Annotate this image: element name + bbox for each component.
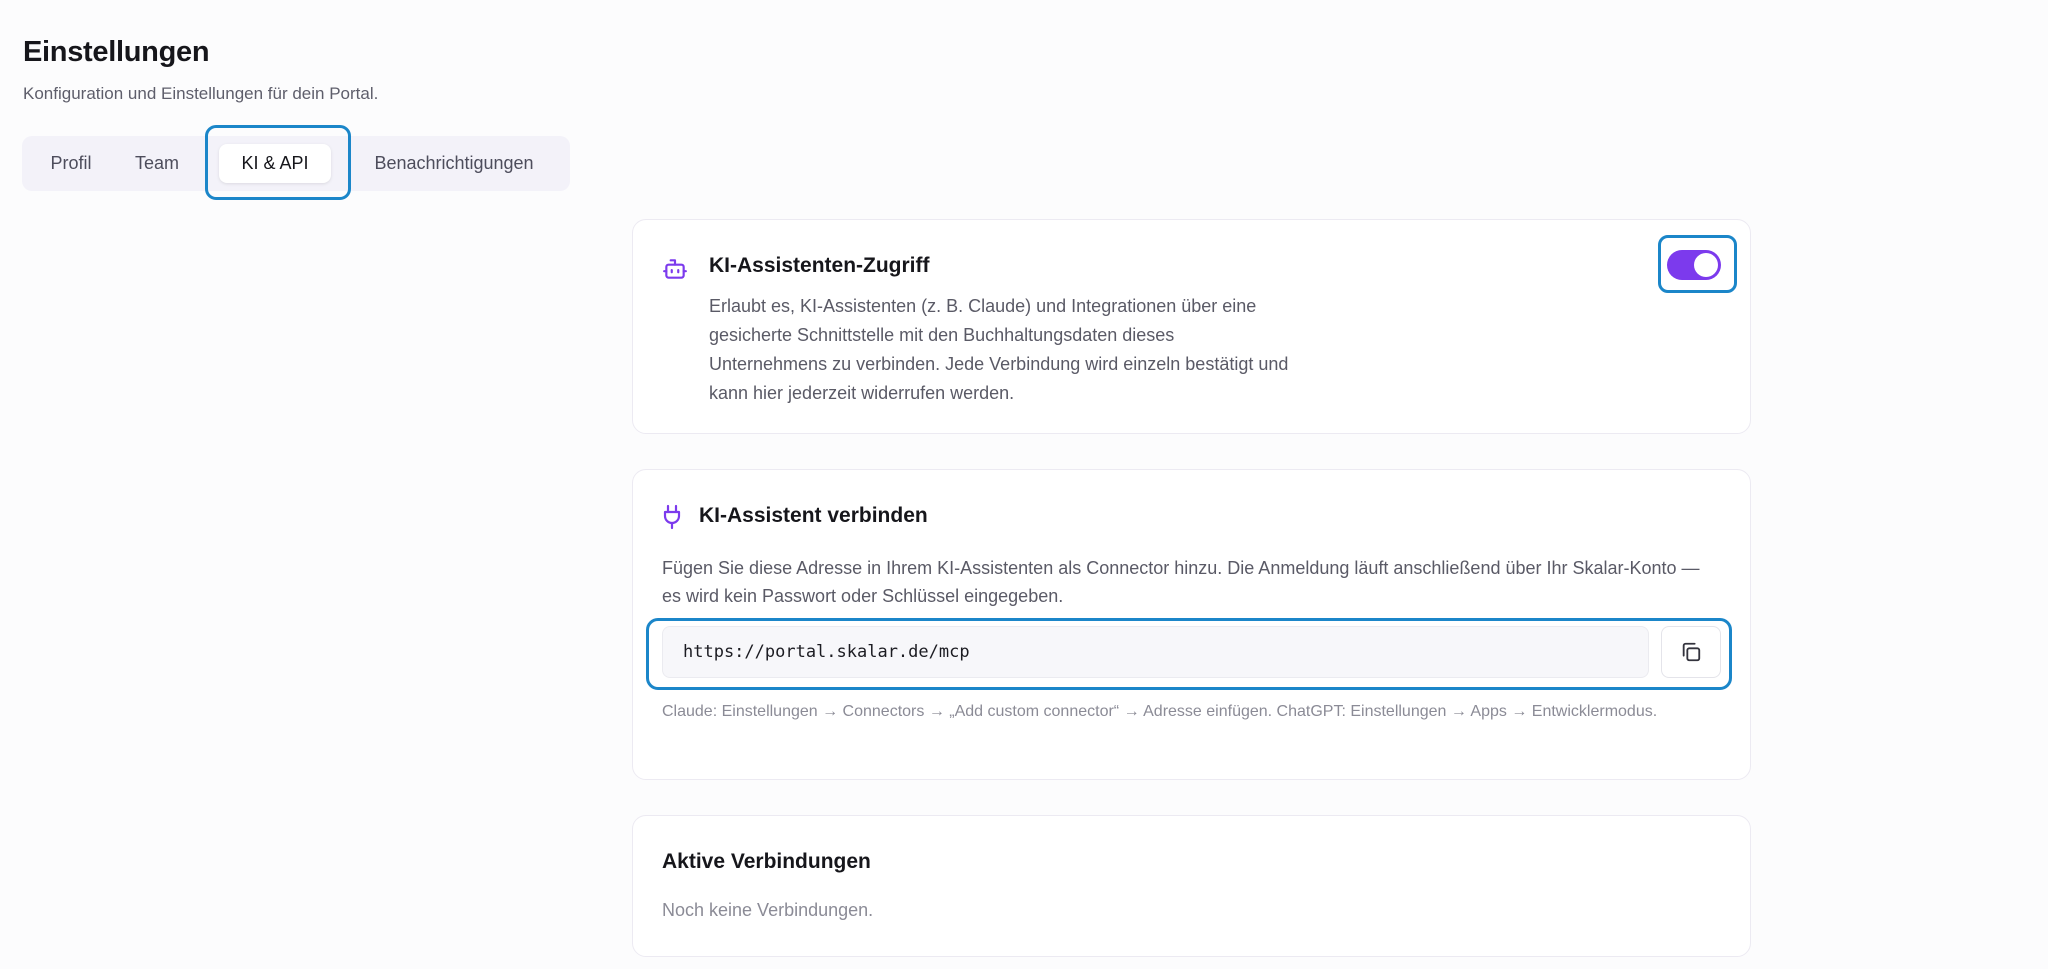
plug-icon (663, 504, 681, 530)
tab-ki-api[interactable]: KI & API (219, 144, 331, 183)
ai-access-description: Erlaubt es, KI-Assistenten (z. B. Claude… (709, 296, 1289, 403)
no-connections-text: Noch keine Verbindungen. (662, 900, 874, 920)
ai-access-toggle[interactable] (1667, 250, 1721, 280)
connector-url-input[interactable] (662, 626, 1649, 678)
settings-tabs: Profil Team KI & API Benachrichtigungen (22, 136, 570, 191)
tab-team[interactable]: Team (120, 144, 194, 183)
connector-setup-hint: Claude: Einstellungen → Connectors → „Ad… (662, 703, 1658, 720)
copy-url-button[interactable] (1661, 626, 1721, 678)
bot-icon (663, 259, 687, 279)
ai-access-card: KI-Assistenten-Zugriff Erlaubt es, KI-As… (632, 219, 1751, 434)
copy-icon (1682, 642, 1701, 662)
ai-access-title: KI-Assistenten-Zugriff (709, 254, 930, 277)
active-connections-title: Aktive Verbindungen (662, 850, 871, 873)
connect-assistant-title: KI-Assistent verbinden (699, 504, 928, 527)
tab-benachrichtigungen[interactable]: Benachrichtigungen (348, 144, 560, 183)
connect-assistant-card: KI-Assistent verbinden Fügen Sie diese A… (632, 469, 1751, 780)
page-title: Einstellungen (23, 36, 210, 68)
settings-page: Einstellungen Konfiguration und Einstell… (0, 0, 2048, 969)
tab-profil[interactable]: Profil (34, 144, 108, 183)
connect-assistant-description: Fügen Sie diese Adresse in Ihrem KI-Assi… (662, 558, 1700, 606)
toggle-knob (1694, 253, 1718, 277)
page-subtitle: Konfiguration und Einstellungen für dein… (23, 84, 379, 103)
active-connections-card: Aktive Verbindungen Noch keine Verbindun… (632, 815, 1751, 957)
